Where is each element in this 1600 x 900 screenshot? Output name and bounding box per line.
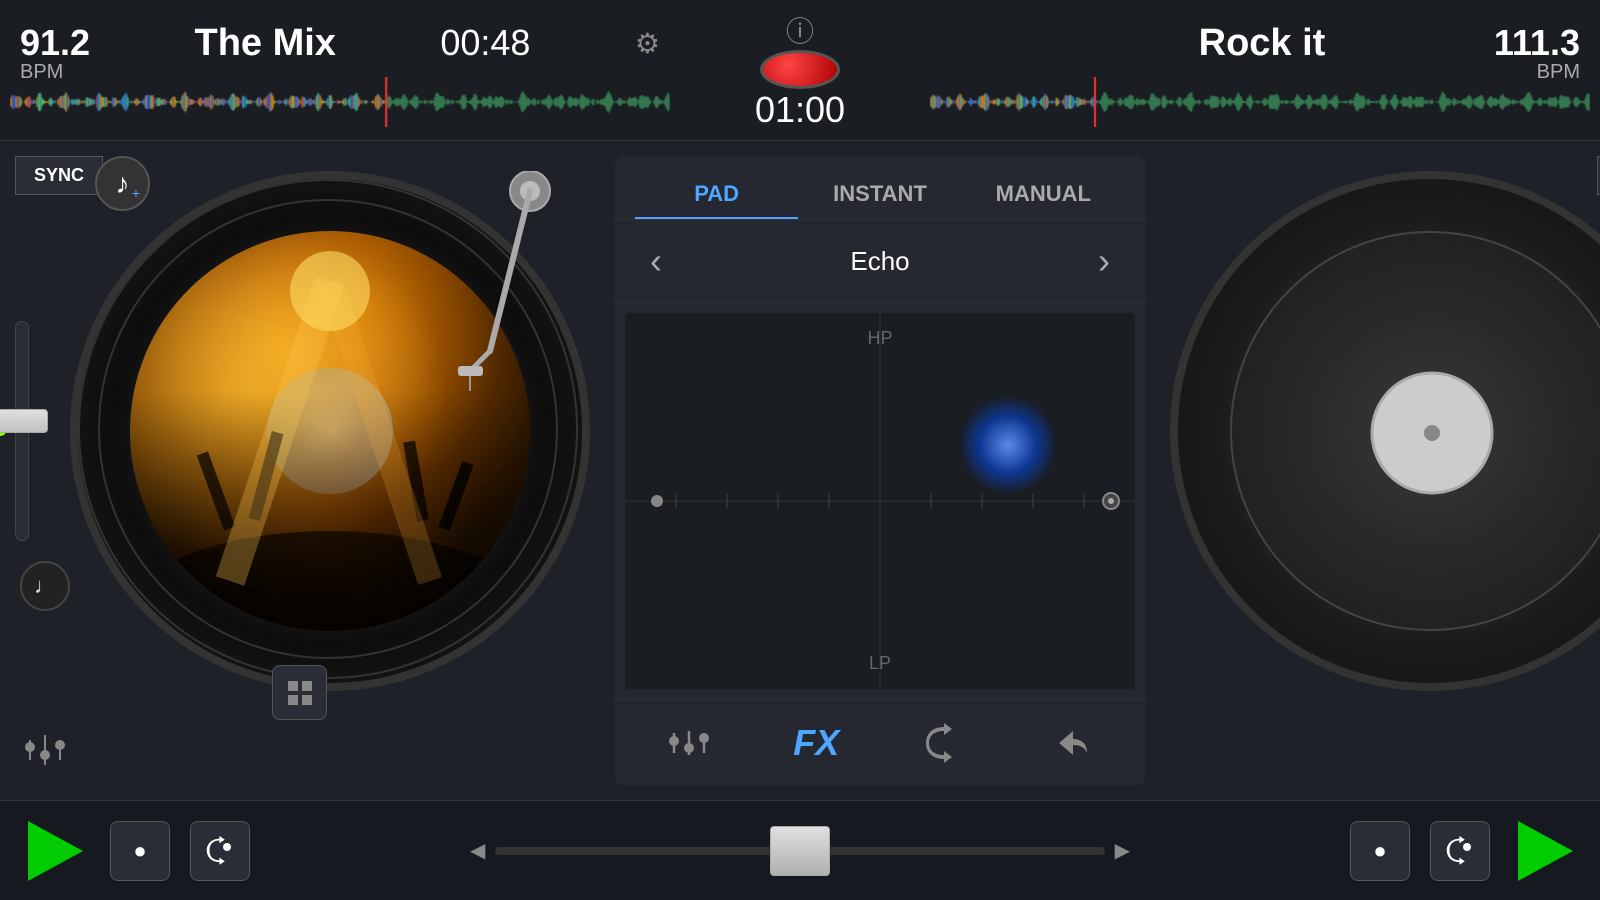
left-play-button[interactable] — [20, 816, 90, 886]
tonearm — [370, 171, 570, 421]
prev-effect-button[interactable]: ‹ — [635, 235, 677, 287]
right-bottom-controls: ● — [1350, 816, 1580, 886]
crossfader-handle[interactable] — [770, 826, 830, 876]
center-top-row: ⓘ — [786, 10, 814, 50]
right-track-title: Rock it — [1199, 22, 1326, 65]
tab-manual[interactable]: MANUAL — [962, 171, 1125, 219]
right-play-button[interactable] — [1510, 816, 1580, 886]
crossfader-track[interactable] — [495, 847, 1104, 855]
right-deck: SYNC ♩ — [1160, 141, 1600, 800]
left-track-title: The Mix — [194, 22, 335, 65]
fx-tabs: PAD INSTANT MANUAL — [615, 156, 1145, 220]
fx-bottom-controls: FX — [615, 699, 1145, 785]
left-volume-slider[interactable] — [15, 321, 29, 541]
left-time-display: 00:48 — [440, 22, 530, 64]
settings-icon[interactable]: ⚙ — [635, 27, 660, 60]
xy-cursor[interactable] — [958, 395, 1058, 495]
fx-panel: PAD INSTANT MANUAL ‹ Echo › — [600, 141, 1160, 800]
effect-navigation: ‹ Echo › — [615, 220, 1145, 303]
right-waveform[interactable] — [930, 77, 1590, 127]
fx-xy-pad[interactable]: HP LP — [625, 313, 1135, 689]
add-music-button[interactable]: ♪ + — [95, 156, 150, 211]
main-area: SYNC ♪ + ♩ — [0, 141, 1600, 800]
xy-dot-left — [651, 495, 663, 507]
crossfader[interactable]: ◀ ▶ — [450, 838, 1150, 863]
left-deck: SYNC ♪ + ♩ — [0, 141, 600, 800]
right-turntable[interactable] — [1170, 171, 1600, 691]
left-bpm-value: 91.2 — [20, 22, 90, 64]
left-bottom-controls: ● — [20, 816, 250, 886]
right-time-center: 01:00 — [755, 89, 845, 131]
record-button[interactable] — [760, 50, 840, 89]
tab-pad[interactable]: PAD — [635, 171, 798, 219]
crossfader-left-arrow[interactable]: ◀ — [470, 838, 485, 863]
bottom-bar: ● ◀ ▶ ● — [0, 800, 1600, 900]
next-effect-button[interactable]: › — [1083, 235, 1125, 287]
left-eq-button[interactable] — [20, 725, 70, 780]
fx-button[interactable]: FX — [763, 715, 871, 770]
hp-label: HP — [867, 328, 892, 349]
left-music-note-button[interactable]: ♩ — [20, 561, 70, 611]
right-loop-button[interactable] — [1430, 821, 1490, 881]
crossfader-right-arrow[interactable]: ▶ — [1115, 838, 1130, 863]
left-record-button[interactable]: ● — [110, 821, 170, 881]
right-bpm-number: 111.3 — [1494, 22, 1580, 64]
left-waveform[interactable] — [10, 77, 670, 127]
back-button[interactable] — [1018, 715, 1126, 770]
lp-label: LP — [869, 653, 891, 674]
center-controls: ⓘ 01:00 — [680, 0, 920, 141]
tab-instant[interactable]: INSTANT — [798, 171, 961, 219]
left-loop-button[interactable] — [190, 821, 250, 881]
xy-dot-right — [1102, 492, 1120, 510]
xy-grid-lines — [625, 313, 1135, 689]
top-bar: 91.2 The Mix 00:48 ⚙ BPM ⓘ 01:00 00:00 R… — [0, 0, 1600, 141]
effect-name: Echo — [677, 246, 1083, 277]
left-bpm-number: 91.2 — [20, 22, 90, 63]
grid-button[interactable] — [272, 665, 327, 720]
fx-inner-panel: PAD INSTANT MANUAL ‹ Echo › — [615, 156, 1145, 785]
left-track-header: 91.2 The Mix 00:48 ⚙ BPM — [0, 14, 680, 127]
right-track-header: 00:00 Rock it 111.3 BPM — [920, 14, 1600, 127]
left-turntable[interactable] — [70, 171, 590, 691]
mixer-button[interactable] — [635, 715, 743, 770]
loop-button[interactable] — [890, 715, 998, 770]
right-record-button[interactable]: ● — [1350, 821, 1410, 881]
info-icon[interactable]: ⓘ — [786, 10, 814, 50]
left-sync-button[interactable]: SYNC — [15, 156, 103, 195]
